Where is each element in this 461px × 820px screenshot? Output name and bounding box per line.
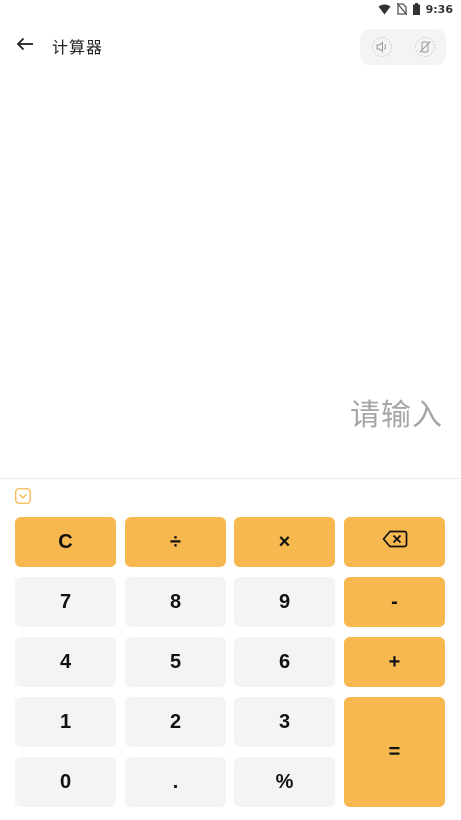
digit-5-key[interactable]: 5 [125, 637, 226, 687]
status-time: 9:36 [425, 2, 453, 16]
clear-key[interactable]: C [15, 517, 116, 567]
wifi-icon [378, 4, 391, 15]
expression-display[interactable]: 请输入 [350, 390, 443, 434]
plus-key[interactable]: + [344, 637, 445, 687]
digit-1-key[interactable]: 1 [15, 697, 116, 747]
keypad: C ÷ × 7 8 9 - 4 5 6 + 1 2 3 = 0 . % [15, 517, 446, 808]
divider [0, 478, 461, 479]
digit-8-key[interactable]: 8 [125, 577, 226, 627]
digit-9-key[interactable]: 9 [234, 577, 335, 627]
minus-key[interactable]: - [344, 577, 445, 627]
decimal-point-key[interactable]: . [125, 757, 226, 807]
digit-4-key[interactable]: 4 [15, 637, 116, 687]
digit-0-key[interactable]: 0 [15, 757, 116, 807]
chevron-down-icon [15, 488, 31, 508]
digit-3-key[interactable]: 3 [234, 697, 335, 747]
app-bar: 计算器 [0, 22, 461, 68]
battery-icon [412, 3, 420, 15]
digit-7-key[interactable]: 7 [15, 577, 116, 627]
collapse-keypad-button[interactable] [15, 488, 31, 504]
digit-6-key[interactable]: 6 [234, 637, 335, 687]
multiply-key[interactable]: × [234, 517, 335, 567]
sound-settings-pill [360, 29, 446, 65]
divide-key[interactable]: ÷ [125, 517, 226, 567]
backspace-icon [382, 530, 408, 554]
vibration-off-icon[interactable] [414, 36, 436, 58]
arrow-left-icon [16, 36, 34, 55]
percent-key[interactable]: % [234, 757, 335, 807]
equals-key[interactable]: = [344, 697, 445, 807]
no-sim-icon [396, 3, 407, 15]
back-button[interactable] [12, 32, 38, 58]
backspace-key[interactable] [344, 517, 445, 567]
status-bar: 9:36 [0, 0, 461, 18]
speaker-muted-icon[interactable] [371, 36, 393, 58]
digit-2-key[interactable]: 2 [125, 697, 226, 747]
calculator-screen: 9:36 计算器 请输入 C ÷ × 7 8 9 - 4 5 6 + 1 2 3… [0, 0, 461, 820]
page-title: 计算器 [52, 38, 104, 57]
